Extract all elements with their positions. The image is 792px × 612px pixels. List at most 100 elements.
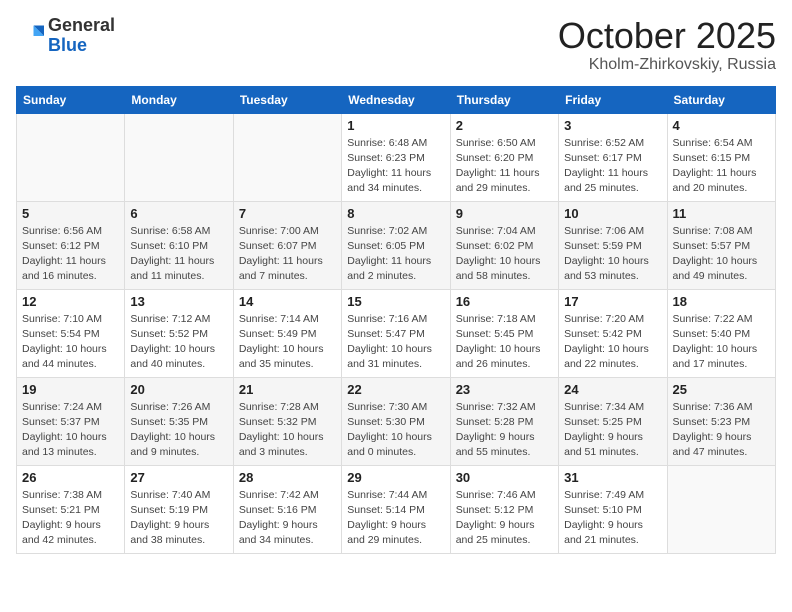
day-number: 16 [456,294,553,309]
day-info: Sunrise: 7:20 AM Sunset: 5:42 PM Dayligh… [564,312,661,373]
calendar-cell: 24 Sunrise: 7:34 AM Sunset: 5:25 PM Dayli… [559,377,667,465]
weekday-header-sunday: Sunday [17,86,125,113]
weekday-header-tuesday: Tuesday [233,86,341,113]
day-number: 21 [239,382,336,397]
month-title: October 2025 [558,16,776,56]
location-text: Kholm-Zhirkovskiy, Russia [558,56,776,74]
weekday-header-wednesday: Wednesday [342,86,450,113]
calendar-cell: 10 Sunrise: 7:06 AM Sunset: 5:59 PM Dayli… [559,201,667,289]
day-info: Sunrise: 7:10 AM Sunset: 5:54 PM Dayligh… [22,312,119,373]
day-number: 22 [347,382,444,397]
day-number: 18 [673,294,770,309]
day-info: Sunrise: 7:38 AM Sunset: 5:21 PM Dayligh… [22,488,119,549]
page-header: General Blue October 2025 Kholm-Zhirkovs… [16,16,776,74]
day-info: Sunrise: 7:24 AM Sunset: 5:37 PM Dayligh… [22,400,119,461]
day-info: Sunrise: 7:34 AM Sunset: 5:25 PM Dayligh… [564,400,661,461]
day-info: Sunrise: 7:32 AM Sunset: 5:28 PM Dayligh… [456,400,553,461]
day-info: Sunrise: 7:46 AM Sunset: 5:12 PM Dayligh… [456,488,553,549]
calendar-cell [125,113,233,201]
calendar-cell: 21 Sunrise: 7:28 AM Sunset: 5:32 PM Dayli… [233,377,341,465]
day-info: Sunrise: 7:26 AM Sunset: 5:35 PM Dayligh… [130,400,227,461]
day-number: 14 [239,294,336,309]
calendar-cell: 8 Sunrise: 7:02 AM Sunset: 6:05 PM Daylig… [342,201,450,289]
calendar-cell: 30 Sunrise: 7:46 AM Sunset: 5:12 PM Dayli… [450,465,558,553]
day-info: Sunrise: 6:50 AM Sunset: 6:20 PM Dayligh… [456,136,553,197]
day-number: 25 [673,382,770,397]
weekday-header-row: SundayMondayTuesdayWednesdayThursdayFrid… [17,86,776,113]
calendar-cell: 27Sunrise: 7:40 AM Sunset: 5:19 PM Dayli… [125,465,233,553]
calendar-week-row: 26 Sunrise: 7:38 AM Sunset: 5:21 PM Dayli… [17,465,776,553]
calendar-cell: 19 Sunrise: 7:24 AM Sunset: 5:37 PM Dayli… [17,377,125,465]
weekday-header-monday: Monday [125,86,233,113]
calendar-cell: 22 Sunrise: 7:30 AM Sunset: 5:30 PM Dayli… [342,377,450,465]
calendar-cell: 15Sunrise: 7:16 AM Sunset: 5:47 PM Dayli… [342,289,450,377]
day-info: Sunrise: 7:02 AM Sunset: 6:05 PM Dayligh… [347,224,444,285]
calendar-cell: 28 Sunrise: 7:42 AM Sunset: 5:16 PM Dayli… [233,465,341,553]
calendar-cell [233,113,341,201]
calendar-cell: 18 Sunrise: 7:22 AM Sunset: 5:40 PM Dayli… [667,289,775,377]
calendar-cell [17,113,125,201]
calendar-cell: 4 Sunrise: 6:54 AM Sunset: 6:15 PM Daylig… [667,113,775,201]
day-info: Sunrise: 6:56 AM Sunset: 6:12 PM Dayligh… [22,224,119,285]
weekday-header-saturday: Saturday [667,86,775,113]
day-number: 26 [22,470,119,485]
calendar-week-row: 19 Sunrise: 7:24 AM Sunset: 5:37 PM Dayli… [17,377,776,465]
day-number: 15 [347,294,444,309]
day-number: 23 [456,382,553,397]
calendar-cell: 1 Sunrise: 6:48 AM Sunset: 6:23 PM Daylig… [342,113,450,201]
day-info: Sunrise: 7:44 AM Sunset: 5:14 PM Dayligh… [347,488,444,549]
day-info: Sunrise: 7:12 AM Sunset: 5:52 PM Dayligh… [130,312,227,373]
day-number: 30 [456,470,553,485]
calendar-cell: 14 Sunrise: 7:14 AM Sunset: 5:49 PM Dayli… [233,289,341,377]
day-number: 20 [130,382,227,397]
logo: General Blue [16,16,115,56]
calendar-table: SundayMondayTuesdayWednesdayThursdayFrid… [16,86,776,554]
day-number: 3 [564,118,661,133]
day-info: Sunrise: 7:42 AM Sunset: 5:16 PM Dayligh… [239,488,336,549]
day-number: 24 [564,382,661,397]
day-number: 1 [347,118,444,133]
day-number: 10 [564,206,661,221]
day-info: Sunrise: 7:14 AM Sunset: 5:49 PM Dayligh… [239,312,336,373]
calendar-cell: 13Sunrise: 7:12 AM Sunset: 5:52 PM Dayli… [125,289,233,377]
calendar-cell: 9Sunrise: 7:04 AM Sunset: 6:02 PM Daylig… [450,201,558,289]
calendar-cell: 3 Sunrise: 6:52 AM Sunset: 6:17 PM Daylig… [559,113,667,201]
logo-general-text: General [48,15,115,35]
day-number: 29 [347,470,444,485]
calendar-cell: 12Sunrise: 7:10 AM Sunset: 5:54 PM Dayli… [17,289,125,377]
day-number: 17 [564,294,661,309]
day-info: Sunrise: 7:28 AM Sunset: 5:32 PM Dayligh… [239,400,336,461]
day-info: Sunrise: 7:00 AM Sunset: 6:07 PM Dayligh… [239,224,336,285]
day-info: Sunrise: 6:52 AM Sunset: 6:17 PM Dayligh… [564,136,661,197]
day-info: Sunrise: 7:08 AM Sunset: 5:57 PM Dayligh… [673,224,770,285]
day-info: Sunrise: 7:22 AM Sunset: 5:40 PM Dayligh… [673,312,770,373]
logo-icon [16,22,44,50]
calendar-cell: 5 Sunrise: 6:56 AM Sunset: 6:12 PM Daylig… [17,201,125,289]
day-info: Sunrise: 6:54 AM Sunset: 6:15 PM Dayligh… [673,136,770,197]
day-info: Sunrise: 7:30 AM Sunset: 5:30 PM Dayligh… [347,400,444,461]
calendar-cell [667,465,775,553]
day-number: 9 [456,206,553,221]
day-info: Sunrise: 6:48 AM Sunset: 6:23 PM Dayligh… [347,136,444,197]
title-block: October 2025 Kholm-Zhirkovskiy, Russia [558,16,776,74]
day-info: Sunrise: 7:18 AM Sunset: 5:45 PM Dayligh… [456,312,553,373]
day-number: 7 [239,206,336,221]
calendar-cell: 29 Sunrise: 7:44 AM Sunset: 5:14 PM Dayli… [342,465,450,553]
calendar-cell: 7 Sunrise: 7:00 AM Sunset: 6:07 PM Daylig… [233,201,341,289]
day-number: 11 [673,206,770,221]
calendar-cell: 16 Sunrise: 7:18 AM Sunset: 5:45 PM Dayli… [450,289,558,377]
day-number: 4 [673,118,770,133]
day-number: 28 [239,470,336,485]
day-number: 19 [22,382,119,397]
day-number: 27 [130,470,227,485]
calendar-cell: 2Sunrise: 6:50 AM Sunset: 6:20 PM Daylig… [450,113,558,201]
calendar-cell: 6Sunrise: 6:58 AM Sunset: 6:10 PM Daylig… [125,201,233,289]
calendar-cell: 31Sunrise: 7:49 AM Sunset: 5:10 PM Dayli… [559,465,667,553]
day-number: 5 [22,206,119,221]
calendar-week-row: 5 Sunrise: 6:56 AM Sunset: 6:12 PM Daylig… [17,201,776,289]
day-info: Sunrise: 7:36 AM Sunset: 5:23 PM Dayligh… [673,400,770,461]
calendar-week-row: 1 Sunrise: 6:48 AM Sunset: 6:23 PM Daylig… [17,113,776,201]
weekday-header-friday: Friday [559,86,667,113]
day-number: 8 [347,206,444,221]
day-info: Sunrise: 7:06 AM Sunset: 5:59 PM Dayligh… [564,224,661,285]
